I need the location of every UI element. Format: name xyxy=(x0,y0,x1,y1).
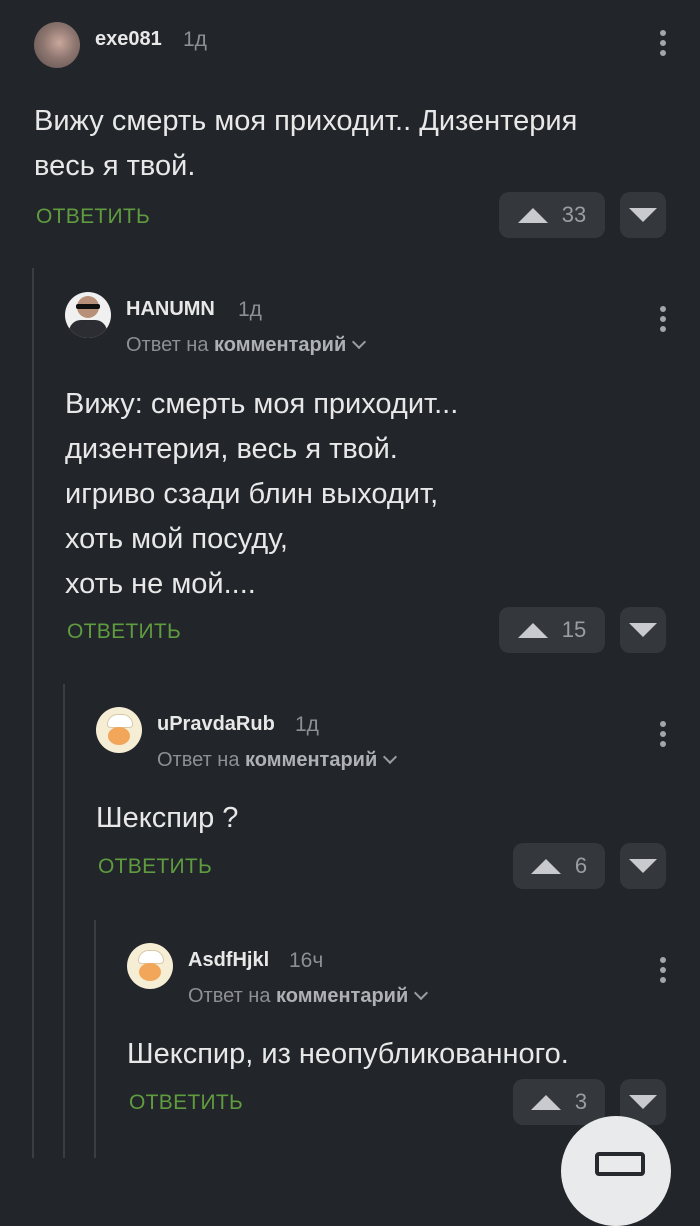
thread-line xyxy=(63,684,65,1158)
upvote-button[interactable]: 15 xyxy=(499,607,605,653)
downvote-icon xyxy=(629,208,657,222)
thread-line xyxy=(32,268,34,1158)
comment-text: Шекспир ? xyxy=(96,802,239,834)
vote-count: 3 xyxy=(574,1089,588,1114)
avatar[interactable] xyxy=(65,292,111,338)
chevron-down-icon xyxy=(352,334,367,350)
comment: AsdfHjkl 16ч Ответ на комментарий Шекспи… xyxy=(127,941,700,1141)
comment-text: Вижу смерть моя приходит.. Дизентерия ве… xyxy=(34,105,578,182)
username[interactable]: AsdfHjkl xyxy=(188,949,269,972)
more-options-icon[interactable] xyxy=(660,721,666,747)
username[interactable]: HANUMN xyxy=(126,298,215,321)
reply-button[interactable]: ОТВЕТИТЬ xyxy=(36,205,150,229)
chevron-down-icon xyxy=(414,985,429,1001)
vote-count: 33 xyxy=(561,202,587,227)
more-options-icon[interactable] xyxy=(660,957,666,983)
reply-button[interactable]: ОТВЕТИТЬ xyxy=(67,620,181,644)
downvote-icon xyxy=(629,623,657,637)
downvote-icon xyxy=(629,859,657,873)
comment-text: Вижу: смерть моя приходит... дизентерия,… xyxy=(65,388,459,600)
chevron-down-icon xyxy=(383,749,398,765)
comment-header: AsdfHjkl 16ч Ответ на комментарий xyxy=(127,941,700,1007)
vote-count: 6 xyxy=(574,853,588,878)
upvote-button[interactable]: 3 xyxy=(513,1079,605,1125)
comment: uPravdaRub 1д Ответ на комментарий Шексп… xyxy=(96,705,700,905)
upvote-icon xyxy=(530,1094,561,1110)
comment-text: Шекспир, из неопубликованного. xyxy=(127,1038,569,1070)
comment-header: HANUMN 1д Ответ на комментарий xyxy=(65,290,700,356)
upvote-button[interactable]: 6 xyxy=(513,843,605,889)
timestamp: 16ч xyxy=(289,949,324,972)
reply-target: комментарий xyxy=(276,985,409,1007)
avatar[interactable] xyxy=(96,707,142,753)
reply-target: комментарий xyxy=(214,334,347,356)
comment: HANUMN 1д Ответ на комментарий Вижу: сме… xyxy=(65,290,700,660)
comment-icon xyxy=(595,1152,645,1176)
reply-button[interactable]: ОТВЕТИТЬ xyxy=(129,1091,243,1115)
reply-to-label[interactable]: Ответ на комментарий xyxy=(126,334,367,357)
write-comment-button[interactable] xyxy=(561,1116,671,1226)
avatar[interactable] xyxy=(127,943,173,989)
downvote-button[interactable] xyxy=(620,192,666,238)
timestamp: 1д xyxy=(183,28,207,51)
reply-button[interactable]: ОТВЕТИТЬ xyxy=(98,855,212,879)
reply-to-label[interactable]: Ответ на комментарий xyxy=(188,985,429,1008)
reply-target: комментарий xyxy=(245,749,378,771)
upvote-icon xyxy=(517,207,548,223)
comment: exe081 1д Вижу смерть моя приходит.. Диз… xyxy=(34,20,700,250)
username[interactable]: exe081 xyxy=(95,28,162,51)
timestamp: 1д xyxy=(295,713,319,736)
comment-header: uPravdaRub 1д Ответ на комментарий xyxy=(96,705,700,771)
timestamp: 1д xyxy=(238,298,262,321)
avatar[interactable] xyxy=(34,22,80,68)
downvote-icon xyxy=(629,1095,657,1109)
upvote-button[interactable]: 33 xyxy=(499,192,605,238)
username[interactable]: uPravdaRub xyxy=(157,713,275,736)
more-options-icon[interactable] xyxy=(660,306,666,332)
reply-to-label[interactable]: Ответ на комментарий xyxy=(157,749,398,772)
downvote-button[interactable] xyxy=(620,607,666,653)
vote-count: 15 xyxy=(561,617,587,642)
more-options-icon[interactable] xyxy=(660,30,666,56)
comment-header: exe081 1д xyxy=(34,20,700,70)
downvote-button[interactable] xyxy=(620,843,666,889)
thread-line xyxy=(94,920,96,1158)
upvote-icon xyxy=(517,622,548,638)
upvote-icon xyxy=(530,858,561,874)
